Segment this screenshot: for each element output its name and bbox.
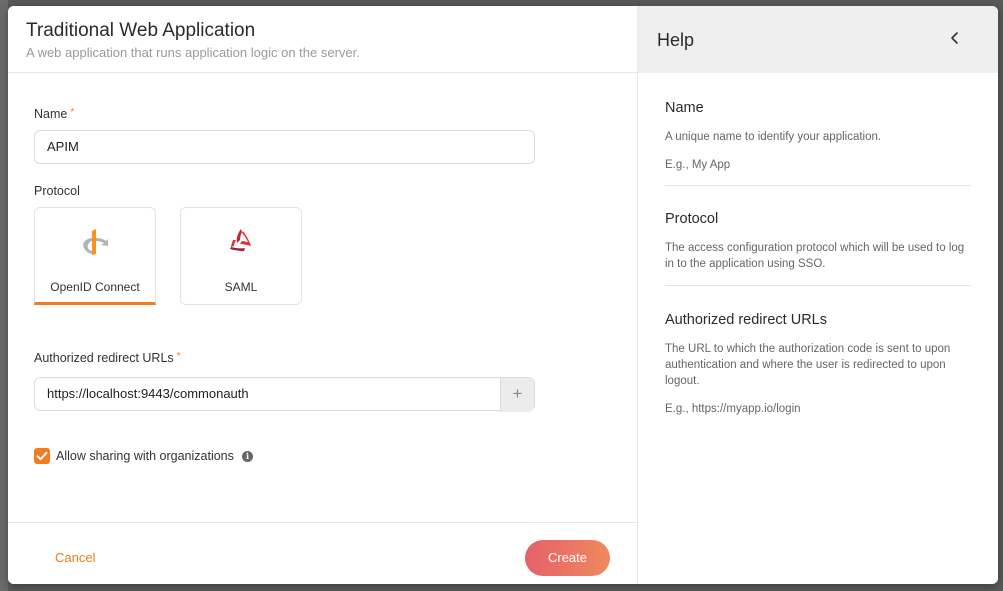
checkmark-icon <box>36 451 48 461</box>
required-marker: * <box>70 107 75 118</box>
create-button[interactable]: Create <box>525 540 610 576</box>
help-panel: Help Name A unique name to identify your… <box>637 6 998 584</box>
redirect-urls-label-text: Authorized redirect URLs <box>34 351 174 365</box>
chevron-left-icon <box>951 32 958 44</box>
dialog-header: Traditional Web Application A web applic… <box>8 6 637 73</box>
backdrop <box>0 0 8 591</box>
protocol-card-openid-connect[interactable]: OpenID Connect <box>34 207 156 305</box>
saml-icon <box>230 229 251 251</box>
help-header: Help <box>638 6 998 73</box>
help-redirect-text: The URL to which the authorization code … <box>665 343 951 387</box>
allow-sharing-label[interactable]: Allow sharing with organizations <box>56 449 234 463</box>
help-protocol-heading: Protocol <box>665 211 719 227</box>
form-panel: Traditional Web Application A web applic… <box>8 6 637 584</box>
help-name-heading: Name <box>665 100 704 116</box>
help-protocol-text: The access configuration protocol which … <box>665 242 965 270</box>
redirect-url-input[interactable]: https://localhost:9443/commonauth + <box>34 377 535 412</box>
help-divider <box>665 185 971 186</box>
name-input-value: APIM <box>47 139 79 154</box>
collapse-help-button[interactable] <box>948 28 962 53</box>
dialog-subtitle: A web application that runs application … <box>26 45 360 60</box>
required-marker: * <box>176 351 181 362</box>
info-icon[interactable]: i <box>242 451 253 462</box>
help-redirect-heading: Authorized redirect URLs <box>665 312 827 328</box>
name-label: Name * <box>34 107 74 121</box>
redirect-urls-label: Authorized redirect URLs * <box>34 351 181 365</box>
help-redirect-example: E.g., https://myapp.io/login <box>665 403 801 415</box>
protocol-label-openid-connect: OpenID Connect <box>50 280 140 294</box>
dialog-title: Traditional Web Application <box>26 20 256 41</box>
name-input[interactable]: APIM <box>34 130 535 164</box>
plus-icon: + <box>512 384 523 403</box>
name-label-text: Name <box>34 107 68 121</box>
protocol-card-saml[interactable]: SAML <box>180 207 302 305</box>
help-divider <box>665 285 971 286</box>
protocol-label-saml: SAML <box>224 280 258 294</box>
allow-sharing-checkbox[interactable] <box>34 448 50 464</box>
help-title: Help <box>657 30 695 50</box>
add-url-button[interactable]: + <box>500 378 534 412</box>
dialog-footer: Cancel Create <box>8 522 637 584</box>
help-name-text: A unique name to identify your applicati… <box>665 131 882 143</box>
protocol-label: Protocol <box>34 184 80 198</box>
openid-icon <box>83 229 108 255</box>
redirect-url-value: https://localhost:9443/commonauth <box>47 386 249 401</box>
cancel-button[interactable]: Cancel <box>55 550 95 565</box>
create-application-dialog: Traditional Web Application A web applic… <box>8 6 998 584</box>
help-name-example: E.g., My App <box>665 159 731 171</box>
